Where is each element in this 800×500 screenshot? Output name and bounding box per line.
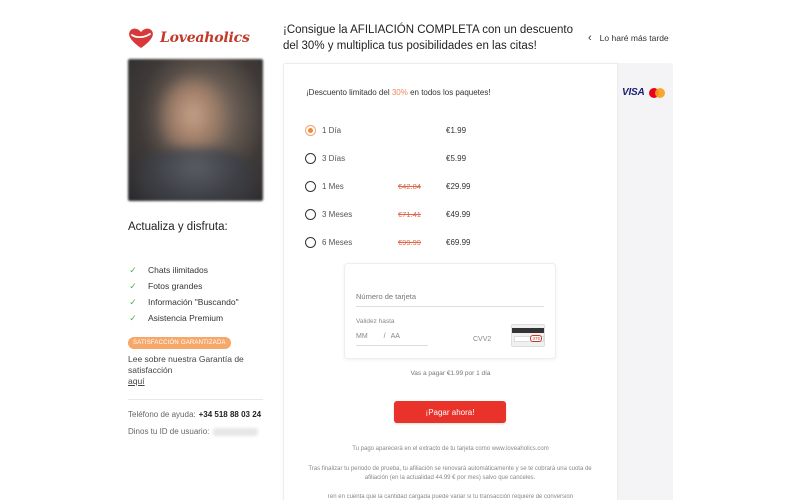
check-icon: ✓ bbox=[129, 296, 137, 307]
guarantee-text: Lee sobre nuestra Garantía de satisfacci… bbox=[128, 354, 244, 375]
year-field[interactable]: AA bbox=[391, 333, 400, 340]
expiry-field[interactable]: MM / AA bbox=[356, 333, 428, 346]
plan-option[interactable]: 6 Meses €99.99 €69.99 bbox=[305, 228, 505, 256]
radio[interactable] bbox=[305, 180, 316, 192]
payment-side-panel bbox=[618, 63, 673, 500]
conversion-note: Ten en cuenta que la cantidad cargada pu… bbox=[326, 494, 574, 500]
benefit-item: ✓ Información "Buscando" bbox=[129, 296, 239, 308]
left-panel: Loveaholics Actualiza y disfruta: ✓ Chats… bbox=[128, 22, 263, 436]
profile-photo bbox=[128, 59, 263, 201]
mastercard-icon bbox=[648, 87, 665, 98]
card-number-field[interactable]: Número de tarjeta bbox=[356, 292, 544, 307]
radio-selected[interactable] bbox=[305, 124, 316, 136]
month-field[interactable]: MM bbox=[356, 333, 368, 340]
later-link[interactable]: ‹ Lo haré más tarde bbox=[588, 32, 669, 44]
heart-logo-icon bbox=[129, 28, 153, 48]
renewal-note: Tras finalizar tu periodo de prueba, tu … bbox=[308, 466, 592, 481]
card-form: Número de tarjeta Validez hasta MM / AA CV… bbox=[344, 263, 556, 359]
promo-text: ¡Descuento limitado del 30% en todos los… bbox=[306, 88, 491, 97]
radio[interactable] bbox=[305, 152, 316, 164]
payment-logos: VISA bbox=[622, 87, 665, 98]
pay-note: Vas a pagar €1.99 por 1 día bbox=[410, 370, 491, 377]
plan-option[interactable]: 1 Mes €42.84 €29.99 bbox=[305, 172, 505, 200]
plan-option[interactable]: 3 Días €5.99 bbox=[305, 144, 505, 172]
brand-name: Loveaholics bbox=[160, 30, 250, 46]
benefits-title: Actualiza y disfruta: bbox=[128, 221, 228, 233]
user-id: Dinos tu ID de usuario: bbox=[128, 427, 259, 436]
cvv-card-icon: 375 bbox=[511, 324, 545, 347]
chevron-left-icon: ‹ bbox=[588, 32, 592, 44]
page-title: ¡Consigue la AFILIACIÓN COMPLETA con un … bbox=[283, 24, 573, 52]
check-icon: ✓ bbox=[129, 312, 137, 323]
plan-list: 1 Día €1.99 3 Días €5.99 1 Mes €42.84 €2… bbox=[305, 116, 505, 256]
pay-now-button[interactable]: ¡Pagar ahora! bbox=[394, 401, 506, 423]
expiry-label: Validez hasta bbox=[356, 318, 395, 325]
plan-option[interactable]: 3 Meses €71.41 €49.99 bbox=[305, 200, 505, 228]
check-icon: ✓ bbox=[129, 280, 137, 291]
statement-note: Tu pago aparecerá en el extracto de tu t… bbox=[352, 446, 549, 452]
benefits-list: ✓ Chats ilimitados ✓ Fotos grandes ✓ Inform… bbox=[128, 262, 239, 326]
guarantee-badge: SATISFACCIÓN GARANTIZADA bbox=[128, 337, 231, 349]
benefit-item: ✓ Fotos grandes bbox=[129, 280, 203, 292]
plan-option[interactable]: 1 Día €1.99 bbox=[305, 116, 505, 144]
divider bbox=[128, 399, 263, 400]
visa-logo: VISA bbox=[622, 87, 645, 98]
radio[interactable] bbox=[305, 208, 316, 220]
radio[interactable] bbox=[305, 236, 316, 248]
phone-number[interactable]: +34 518 88 03 24 bbox=[199, 410, 262, 419]
brand-logo[interactable]: Loveaholics bbox=[128, 22, 263, 54]
guarantee-link[interactable]: aquí bbox=[128, 376, 145, 386]
benefit-item: ✓ Asistencia Premium bbox=[129, 312, 224, 324]
help-phone: Teléfono de ayuda: +34 518 88 03 24 bbox=[128, 410, 262, 419]
check-icon: ✓ bbox=[129, 264, 137, 275]
cvv-field[interactable]: CVV2 bbox=[473, 336, 491, 343]
user-id-value bbox=[213, 427, 259, 436]
benefit-item: ✓ Chats ilimitados bbox=[129, 264, 208, 276]
